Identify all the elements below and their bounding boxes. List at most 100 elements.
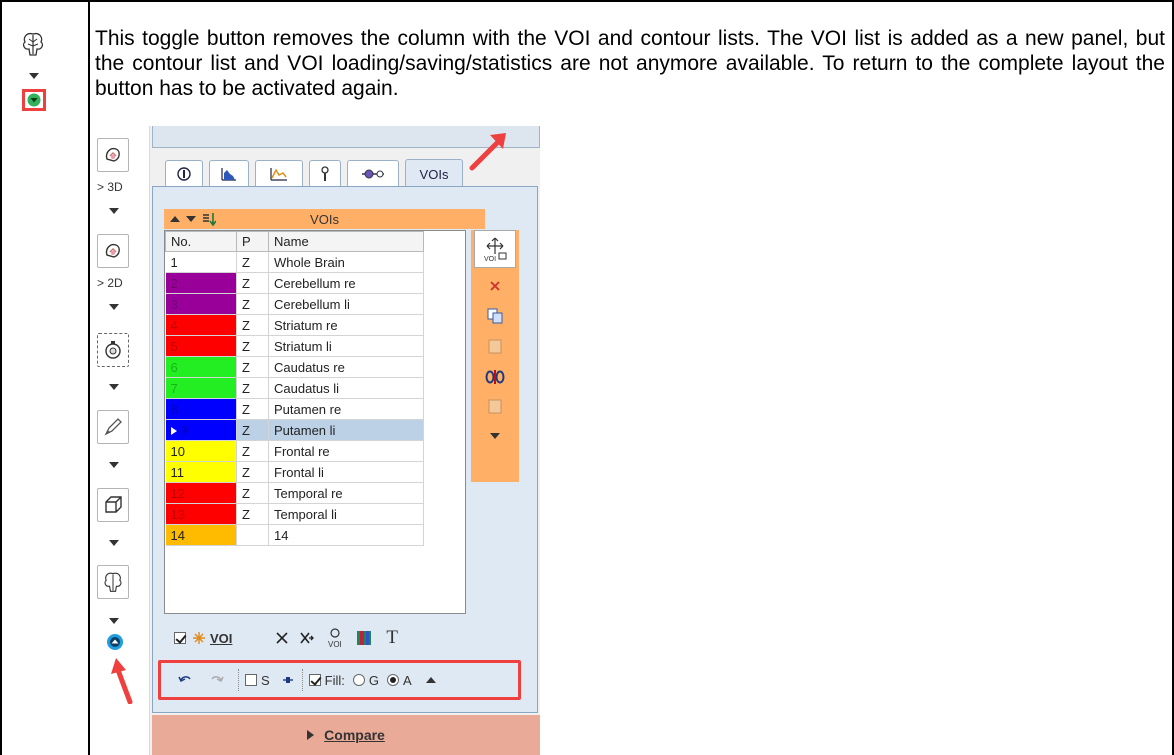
clear-all-icon[interactable] — [300, 632, 315, 644]
move-voi-button[interactable]: VOI — [474, 230, 516, 268]
chevron-up-icon[interactable] — [425, 676, 436, 684]
voi-name-cell: Temporal li — [268, 503, 424, 525]
color-table-icon[interactable] — [356, 630, 372, 646]
expand-3d-icon[interactable] — [109, 208, 119, 214]
table-row[interactable]: 5 Z Striatum li — [165, 335, 424, 357]
red-arrow-tab-icon — [469, 133, 506, 171]
voi-shape-icon[interactable]: VOI — [326, 628, 344, 648]
voi-name-cell: Putamen li — [268, 419, 424, 441]
collapse-arrow-icon — [29, 73, 39, 79]
paste-special-button[interactable] — [477, 396, 513, 416]
label-3d: > 3D — [97, 180, 123, 194]
col-no[interactable]: No. — [165, 231, 237, 252]
voi-number: 3 — [170, 296, 178, 312]
voi-list[interactable]: No. P Name 1 Z Whole Brain 2 Z Cerebellum re 3… — [164, 230, 466, 614]
tab-vois-label: VOIs — [419, 166, 449, 182]
g-radio[interactable] — [352, 674, 365, 686]
cube-button[interactable] — [97, 488, 129, 522]
undo-icon[interactable] — [178, 674, 192, 686]
voi-number-cell: 8 — [165, 398, 237, 420]
brain-layout-button[interactable] — [97, 565, 129, 599]
tab-histogram[interactable] — [209, 160, 249, 187]
table-row[interactable]: 12 Z Temporal re — [165, 482, 424, 504]
svg-text:VOI: VOI — [328, 640, 342, 648]
table-row[interactable]: 1 Z Whole Brain — [165, 251, 424, 273]
segmentation-button[interactable] — [97, 333, 129, 367]
voi-tools-row: VOI VOI T — [164, 625, 485, 651]
2d-button[interactable] — [97, 234, 129, 268]
expand-seg-icon[interactable] — [109, 384, 119, 390]
voi-number-cell: 5 — [165, 335, 237, 357]
mirror-icon — [485, 370, 505, 384]
voi-number: 8 — [170, 401, 178, 417]
histogram-icon — [221, 168, 236, 181]
table-row[interactable]: 6 Z Caudatus re — [165, 356, 424, 378]
table-row[interactable]: 8 Z Putamen re — [165, 398, 424, 420]
tab-curve[interactable] — [255, 160, 303, 187]
expand-brain-icon[interactable] — [109, 618, 119, 624]
col-p[interactable]: P — [236, 231, 269, 252]
pen-button[interactable] — [97, 410, 129, 444]
expand-pen-icon[interactable] — [109, 462, 119, 468]
text-tool[interactable]: T — [386, 627, 398, 649]
voi-number-cell: 6 — [165, 356, 237, 378]
voi-tool-label[interactable]: VOI — [210, 631, 232, 646]
voi-p-cell: Z — [236, 377, 269, 399]
voi-p-cell: Z — [236, 356, 269, 378]
link-icon[interactable] — [282, 675, 294, 685]
voi-number: 1 — [170, 254, 178, 270]
highlighted-toggle-button[interactable] — [22, 89, 46, 111]
curve-icon — [270, 168, 287, 181]
table-row[interactable]: 11 Z Frontal li — [165, 461, 424, 483]
down-circle-icon — [27, 93, 41, 107]
up-circle-icon[interactable] — [106, 633, 124, 651]
table-row[interactable]: 10 Z Frontal re — [165, 440, 424, 462]
voi-number-cell: 12 — [165, 482, 237, 504]
col-name[interactable]: Name — [268, 231, 424, 252]
expand-right-icon — [307, 730, 315, 740]
voi-visible-checkbox[interactable] — [174, 632, 186, 644]
separator — [238, 669, 239, 691]
clear-icon[interactable] — [276, 632, 288, 644]
tab-settings[interactable] — [347, 160, 399, 187]
3d-button[interactable] — [97, 138, 129, 172]
paste-voi-button[interactable] — [477, 336, 513, 356]
table-row[interactable]: 14 14 — [165, 524, 424, 546]
voi-number: 2 — [170, 275, 178, 291]
tab-pin[interactable] — [309, 160, 341, 187]
voi-number: 11 — [170, 464, 185, 480]
voi-name-cell: Whole Brain — [268, 251, 424, 273]
table-row[interactable]: 2 Z Cerebellum re — [165, 272, 424, 294]
voi-name-cell: Caudatus re — [268, 356, 424, 378]
s-checkbox[interactable] — [245, 674, 257, 686]
voi-number-cell: 3 — [165, 293, 237, 315]
compare-label: Compare — [324, 727, 385, 743]
more-actions-button[interactable] — [477, 428, 513, 444]
table-row[interactable]: 3 Z Cerebellum li — [165, 293, 424, 315]
table-row[interactable]: 13 Z Temporal li — [165, 503, 424, 525]
voi-number: 12 — [170, 485, 185, 501]
table-row[interactable]: 4 Z Striatum re — [165, 314, 424, 336]
a-radio[interactable] — [387, 674, 400, 686]
table-row[interactable]: 7 Z Caudatus li — [165, 377, 424, 399]
fill-checkbox[interactable] — [308, 674, 321, 686]
tab-vois[interactable]: VOIs — [405, 159, 463, 188]
redo-icon[interactable] — [210, 674, 224, 686]
copy-voi-button[interactable] — [477, 306, 513, 326]
mirror-voi-button[interactable] — [477, 366, 513, 388]
expand-cube-icon[interactable] — [109, 540, 119, 546]
pin-icon — [321, 166, 329, 181]
column-divider — [88, 0, 90, 755]
3d-render-icon — [105, 147, 120, 162]
delete-voi-button[interactable] — [477, 276, 513, 296]
expand-2d-icon[interactable] — [109, 304, 119, 310]
table-row[interactable]: 9 Z Putamen li — [165, 419, 424, 441]
stopwatch-icon — [105, 341, 121, 359]
sparkle-icon[interactable] — [192, 631, 206, 645]
tab-info[interactable] — [165, 160, 203, 187]
voi-number-cell: 2 — [165, 272, 237, 294]
voi-header-title: VOIs — [310, 211, 339, 227]
voi-number-cell: 11 — [165, 461, 237, 483]
voi-number-cell: 9 — [165, 419, 237, 441]
compare-button[interactable]: Compare — [152, 715, 540, 755]
